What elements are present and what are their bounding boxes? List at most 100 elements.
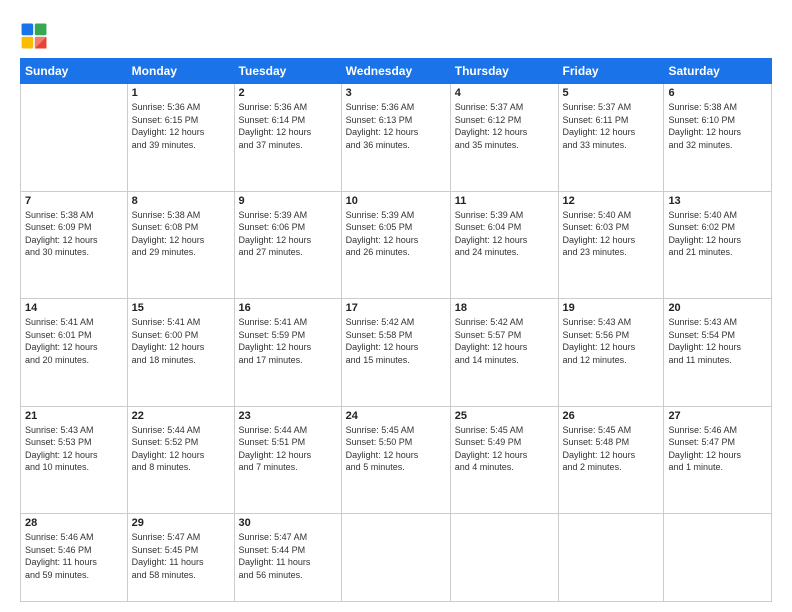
weekday-sunday: Sunday xyxy=(21,59,128,84)
day-number: 12 xyxy=(563,195,660,207)
calendar-cell: 6 Sunrise: 5:38 AM Sunset: 6:10 PM Daylig… xyxy=(664,84,772,192)
calendar-cell: 23 Sunrise: 5:44 AM Sunset: 5:51 PM Dayli… xyxy=(234,406,341,514)
week-row-2: 14Sunrise: 5:41 AM Sunset: 6:01 PM Dayli… xyxy=(21,299,772,407)
weekday-header-row: SundayMondayTuesdayWednesdayThursdayFrid… xyxy=(21,59,772,84)
day-number: 22 xyxy=(132,410,230,422)
day-number: 2 xyxy=(239,87,337,99)
day-number: 9 xyxy=(239,195,337,207)
day-info: Sunrise: 5:37 AM Sunset: 6:11 PM Dayligh… xyxy=(563,101,660,151)
day-info: Sunrise: 5:42 AM Sunset: 5:58 PM Dayligh… xyxy=(346,316,446,366)
calendar-cell: 30 Sunrise: 5:47 AM Sunset: 5:44 PM Dayli… xyxy=(234,514,341,602)
calendar-cell: 11 Sunrise: 5:39 AM Sunset: 6:04 PM Dayli… xyxy=(450,191,558,299)
weekday-saturday: Saturday xyxy=(664,59,772,84)
day-info: Sunrise: 5:47 AM Sunset: 5:44 PM Dayligh… xyxy=(239,531,337,581)
day-info: Sunrise: 5:47 AM Sunset: 5:45 PM Dayligh… xyxy=(132,531,230,581)
day-info: Sunrise: 5:41 AM Sunset: 6:00 PM Dayligh… xyxy=(132,316,230,366)
day-number: 16 xyxy=(239,302,337,314)
calendar-cell: 28 Sunrise: 5:46 AM Sunset: 5:46 PM Dayli… xyxy=(21,514,128,602)
page: SundayMondayTuesdayWednesdayThursdayFrid… xyxy=(0,0,792,612)
day-number: 21 xyxy=(25,410,123,422)
calendar-cell: 29 Sunrise: 5:47 AM Sunset: 5:45 PM Dayli… xyxy=(127,514,234,602)
day-number: 5 xyxy=(563,87,660,99)
day-info: Sunrise: 5:38 AM Sunset: 6:08 PM Dayligh… xyxy=(132,209,230,259)
day-number: 19 xyxy=(563,302,660,314)
calendar-cell: 17 Sunrise: 5:42 AM Sunset: 5:58 PM Dayli… xyxy=(341,299,450,407)
calendar-cell: 3 Sunrise: 5:36 AM Sunset: 6:13 PM Daylig… xyxy=(341,84,450,192)
calendar-cell: 13 Sunrise: 5:40 AM Sunset: 6:02 PM Dayli… xyxy=(664,191,772,299)
day-number: 11 xyxy=(455,195,554,207)
calendar-cell xyxy=(450,514,558,602)
calendar-cell xyxy=(21,84,128,192)
day-info: Sunrise: 5:43 AM Sunset: 5:54 PM Dayligh… xyxy=(668,316,767,366)
day-info: Sunrise: 5:39 AM Sunset: 6:04 PM Dayligh… xyxy=(455,209,554,259)
day-number: 28 xyxy=(25,517,123,529)
day-info: Sunrise: 5:39 AM Sunset: 6:05 PM Dayligh… xyxy=(346,209,446,259)
day-info: Sunrise: 5:44 AM Sunset: 5:52 PM Dayligh… xyxy=(132,424,230,474)
day-info: Sunrise: 5:44 AM Sunset: 5:51 PM Dayligh… xyxy=(239,424,337,474)
week-row-3: 21 Sunrise: 5:43 AM Sunset: 5:53 PM Dayli… xyxy=(21,406,772,514)
calendar-cell: 8 Sunrise: 5:38 AM Sunset: 6:08 PM Daylig… xyxy=(127,191,234,299)
day-number: 26 xyxy=(563,410,660,422)
week-row-4: 28 Sunrise: 5:46 AM Sunset: 5:46 PM Dayli… xyxy=(21,514,772,602)
calendar-cell: 16Sunrise: 5:41 AM Sunset: 5:59 PM Dayli… xyxy=(234,299,341,407)
day-info: Sunrise: 5:42 AM Sunset: 5:57 PM Dayligh… xyxy=(455,316,554,366)
day-info: Sunrise: 5:45 AM Sunset: 5:49 PM Dayligh… xyxy=(455,424,554,474)
calendar-cell: 12 Sunrise: 5:40 AM Sunset: 6:03 PM Dayli… xyxy=(558,191,664,299)
weekday-thursday: Thursday xyxy=(450,59,558,84)
day-number: 23 xyxy=(239,410,337,422)
day-info: Sunrise: 5:36 AM Sunset: 6:14 PM Dayligh… xyxy=(239,101,337,151)
calendar-cell: 27Sunrise: 5:46 AM Sunset: 5:47 PM Dayli… xyxy=(664,406,772,514)
day-number: 3 xyxy=(346,87,446,99)
calendar-cell: 20Sunrise: 5:43 AM Sunset: 5:54 PM Dayli… xyxy=(664,299,772,407)
day-info: Sunrise: 5:40 AM Sunset: 6:02 PM Dayligh… xyxy=(668,209,767,259)
day-number: 15 xyxy=(132,302,230,314)
day-info: Sunrise: 5:45 AM Sunset: 5:50 PM Dayligh… xyxy=(346,424,446,474)
day-number: 6 xyxy=(668,87,767,99)
weekday-monday: Monday xyxy=(127,59,234,84)
week-row-0: 1 Sunrise: 5:36 AM Sunset: 6:15 PM Daylig… xyxy=(21,84,772,192)
calendar-cell xyxy=(341,514,450,602)
calendar-cell xyxy=(558,514,664,602)
calendar-cell: 2 Sunrise: 5:36 AM Sunset: 6:14 PM Daylig… xyxy=(234,84,341,192)
day-info: Sunrise: 5:37 AM Sunset: 6:12 PM Dayligh… xyxy=(455,101,554,151)
weekday-friday: Friday xyxy=(558,59,664,84)
logo-icon xyxy=(20,22,48,50)
calendar-cell: 7 Sunrise: 5:38 AM Sunset: 6:09 PM Daylig… xyxy=(21,191,128,299)
calendar-cell: 14Sunrise: 5:41 AM Sunset: 6:01 PM Dayli… xyxy=(21,299,128,407)
calendar-cell xyxy=(664,514,772,602)
day-number: 7 xyxy=(25,195,123,207)
calendar-cell: 4 Sunrise: 5:37 AM Sunset: 6:12 PM Daylig… xyxy=(450,84,558,192)
day-number: 14 xyxy=(25,302,123,314)
day-number: 17 xyxy=(346,302,446,314)
calendar-cell: 15 Sunrise: 5:41 AM Sunset: 6:00 PM Dayli… xyxy=(127,299,234,407)
calendar-cell: 18 Sunrise: 5:42 AM Sunset: 5:57 PM Dayli… xyxy=(450,299,558,407)
day-number: 30 xyxy=(239,517,337,529)
day-number: 4 xyxy=(455,87,554,99)
day-number: 8 xyxy=(132,195,230,207)
calendar-cell: 1 Sunrise: 5:36 AM Sunset: 6:15 PM Daylig… xyxy=(127,84,234,192)
calendar-cell: 24 Sunrise: 5:45 AM Sunset: 5:50 PM Dayli… xyxy=(341,406,450,514)
calendar-cell: 25 Sunrise: 5:45 AM Sunset: 5:49 PM Dayli… xyxy=(450,406,558,514)
day-info: Sunrise: 5:38 AM Sunset: 6:10 PM Dayligh… xyxy=(668,101,767,151)
day-info: Sunrise: 5:45 AM Sunset: 5:48 PM Dayligh… xyxy=(563,424,660,474)
day-number: 29 xyxy=(132,517,230,529)
weekday-wednesday: Wednesday xyxy=(341,59,450,84)
day-info: Sunrise: 5:46 AM Sunset: 5:46 PM Dayligh… xyxy=(25,531,123,581)
day-info: Sunrise: 5:43 AM Sunset: 5:56 PM Dayligh… xyxy=(563,316,660,366)
day-number: 13 xyxy=(668,195,767,207)
day-number: 25 xyxy=(455,410,554,422)
day-info: Sunrise: 5:38 AM Sunset: 6:09 PM Dayligh… xyxy=(25,209,123,259)
day-info: Sunrise: 5:36 AM Sunset: 6:15 PM Dayligh… xyxy=(132,101,230,151)
day-number: 18 xyxy=(455,302,554,314)
day-number: 24 xyxy=(346,410,446,422)
day-info: Sunrise: 5:36 AM Sunset: 6:13 PM Dayligh… xyxy=(346,101,446,151)
day-info: Sunrise: 5:43 AM Sunset: 5:53 PM Dayligh… xyxy=(25,424,123,474)
day-info: Sunrise: 5:39 AM Sunset: 6:06 PM Dayligh… xyxy=(239,209,337,259)
week-row-1: 7 Sunrise: 5:38 AM Sunset: 6:09 PM Daylig… xyxy=(21,191,772,299)
day-number: 1 xyxy=(132,87,230,99)
weekday-tuesday: Tuesday xyxy=(234,59,341,84)
day-info: Sunrise: 5:40 AM Sunset: 6:03 PM Dayligh… xyxy=(563,209,660,259)
calendar-cell: 9 Sunrise: 5:39 AM Sunset: 6:06 PM Daylig… xyxy=(234,191,341,299)
calendar-table: SundayMondayTuesdayWednesdayThursdayFrid… xyxy=(20,58,772,602)
day-number: 27 xyxy=(668,410,767,422)
